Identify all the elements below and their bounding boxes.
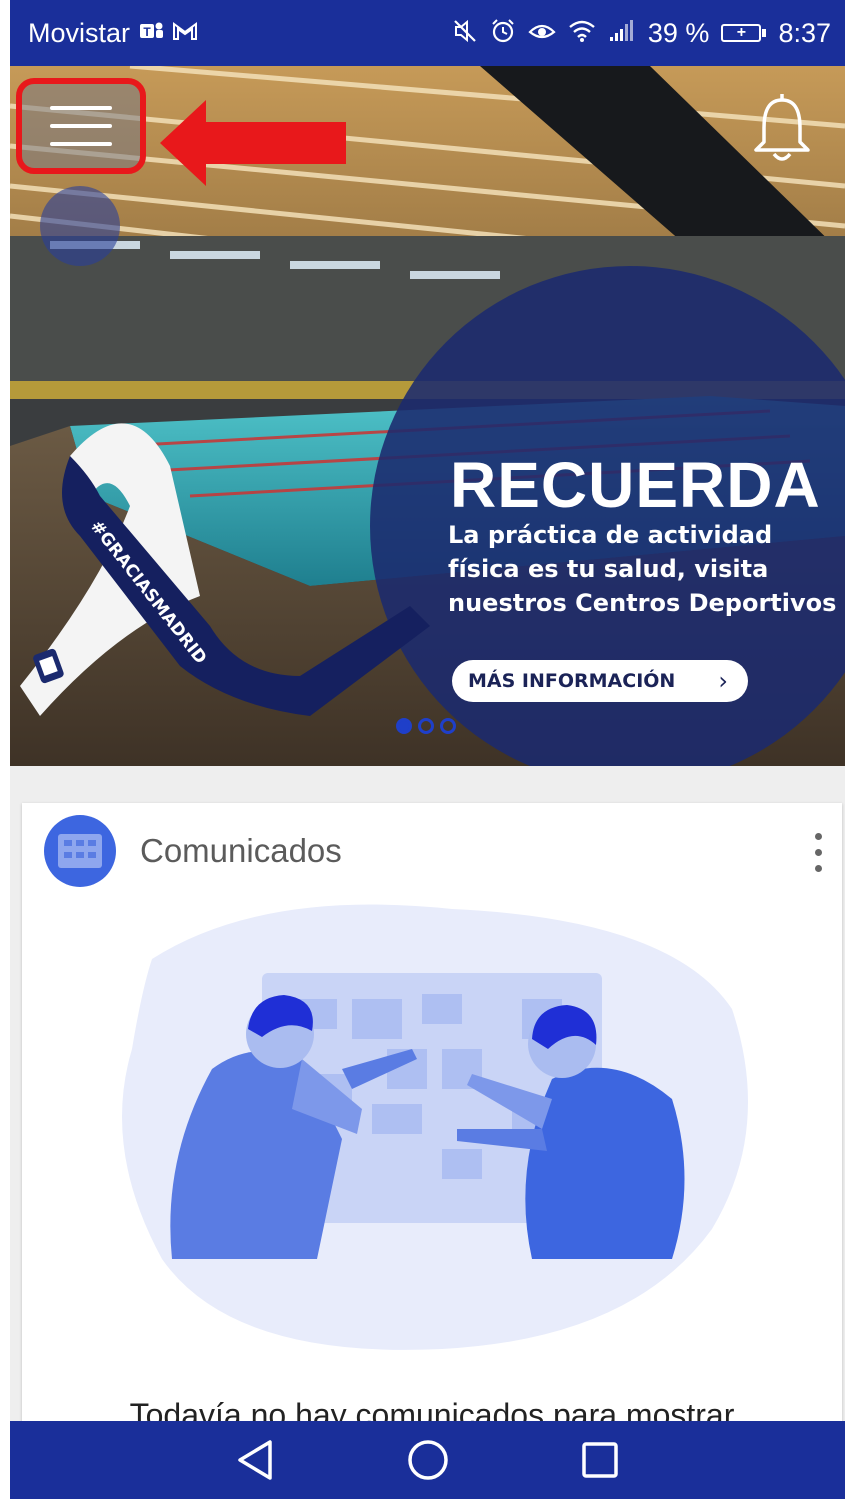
more-options-icon[interactable] — [815, 833, 822, 872]
mute-icon — [452, 18, 478, 49]
wifi-icon — [568, 19, 596, 48]
more-info-label: MÁS INFORMACIÓN — [468, 670, 676, 692]
carousel-indicator — [396, 718, 456, 734]
system-nav-bar — [10, 1421, 845, 1499]
battery-percent: 39 % — [647, 17, 710, 48]
carousel-dot[interactable] — [396, 718, 412, 734]
hamburger-menu-button[interactable] — [16, 78, 146, 174]
comunicados-card: Comunicados Todavía no hay comunicados p… — [22, 803, 842, 1443]
menu-line-icon — [50, 142, 112, 146]
menu-line-icon — [50, 106, 112, 110]
home-icon[interactable] — [406, 1438, 450, 1482]
banner-title: RECUERDA — [450, 449, 821, 521]
back-icon[interactable] — [236, 1438, 276, 1482]
board-icon — [44, 815, 116, 887]
status-bar: Movistar T 39 % + 8:37 — [10, 0, 845, 66]
empty-state-illustration — [122, 904, 748, 1350]
carrier-name: Movistar — [28, 17, 131, 48]
red-arrow-annotation — [160, 100, 346, 186]
eye-comfort-icon — [528, 18, 556, 49]
teams-icon: T — [138, 20, 164, 47]
notification-bell-icon[interactable] — [750, 94, 814, 166]
banner-body: La práctica de actividad física es tu sa… — [448, 521, 837, 617]
battery-charging-icon: + — [721, 24, 767, 42]
carousel-dot[interactable] — [440, 718, 456, 734]
more-info-button[interactable]: MÁS INFORMACIÓN › — [452, 660, 748, 702]
menu-line-icon — [50, 124, 112, 128]
recent-apps-icon[interactable] — [580, 1440, 620, 1480]
gmail-icon — [172, 21, 198, 46]
app-frame: Movistar T 39 % + 8:37 #GRACIASMADRID RE… — [10, 0, 845, 1499]
clock: 8:37 — [778, 17, 831, 48]
carousel-dot[interactable] — [418, 718, 434, 734]
chevron-right-icon: › — [718, 667, 728, 695]
hero-banner[interactable]: #GRACIASMADRID RECUERDA La práctica de a… — [10, 66, 845, 766]
svg-text:T: T — [143, 25, 151, 39]
card-title: Comunicados — [140, 832, 342, 869]
signal-icon — [608, 19, 636, 48]
alarm-icon — [490, 18, 516, 49]
